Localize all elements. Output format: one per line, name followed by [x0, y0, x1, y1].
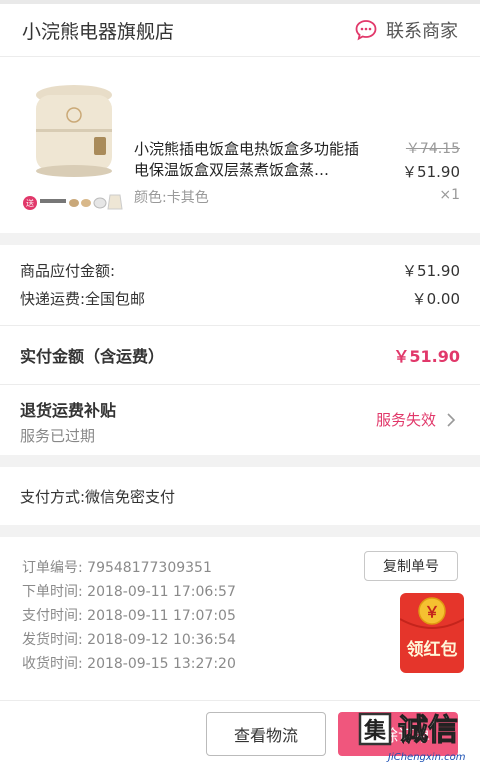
order-received-time: 收货时间: 2018-09-15 13:27:20 — [22, 656, 236, 672]
goods-amount-row: 商品应付金额: ￥51.90 — [0, 257, 480, 283]
order-number[interactable]: 订单编号: 79548177309351 — [22, 557, 212, 577]
return-shipping-subsidy[interactable]: 退货运费补贴 服务已过期 服务失效 — [0, 384, 480, 455]
goods-amount-label: 商品应付金额: — [20, 261, 116, 280]
red-packet-label: 领红包 — [407, 639, 458, 660]
gift-badge: 送 — [26, 198, 34, 208]
chat-icon — [355, 20, 377, 41]
payment-method-row: 支付方式:微信免密支付 — [0, 467, 480, 525]
subsidy-status-label: 服务失效 — [375, 411, 436, 429]
section-divider — [0, 455, 480, 467]
product-item[interactable]: 送 小浣熊插电饭盒电热饭盒多功能插电保温饭盒双层蒸煮饭盒蒸… 颜色:卡其色 ￥7… — [0, 57, 480, 233]
shipping-row: 快递运费:全国包邮 ￥0.00 — [0, 283, 480, 313]
store-name[interactable]: 小浣熊电器旗舰店 — [22, 17, 174, 44]
subsidy-subtitle: 服务已过期 — [20, 427, 96, 445]
subsidy-title: 退货运费补贴 — [20, 401, 117, 420]
watermark-box-char: 集 — [363, 718, 387, 744]
subsidy-status[interactable]: 服务失效 — [376, 409, 460, 430]
product-variant: 颜色:卡其色 — [134, 190, 209, 206]
product-title[interactable]: 小浣熊插电饭盒电热饭盒多功能插电保温饭盒双层蒸煮饭盒蒸… — [134, 139, 364, 181]
site-watermark: 集 诚信 JiChengxin.com — [358, 713, 466, 763]
watermark-url: JiChengxin.com — [386, 752, 466, 763]
view-logistics-button[interactable]: 查看物流 — [206, 712, 326, 756]
order-shipped-time: 发货时间: 2018-09-12 10:36:54 — [22, 632, 236, 648]
copy-order-number-button[interactable]: 复制单号 — [364, 551, 458, 581]
contact-seller-button[interactable]: 联系商家 — [354, 17, 458, 43]
contact-seller-label: 联系商家 — [386, 21, 458, 42]
order-paid-time: 支付时间: 2018-09-11 17:07:05 — [22, 608, 236, 624]
actual-payment-row: 实付金额（含运费） ￥51.90 — [0, 325, 480, 384]
section-divider — [0, 233, 480, 245]
red-packet-widget[interactable]: ￥ 领红包 — [400, 593, 464, 673]
red-packet-coin-icon: ￥ — [424, 603, 439, 621]
product-quantity: ×1 — [439, 187, 460, 203]
price-summary: 商品应付金额: ￥51.90 快递运费:全国包邮 ￥0.00 实付金额（含运费）… — [0, 245, 480, 455]
shipping-label: 快递运费:全国包邮 — [20, 289, 146, 308]
store-header: 小浣熊电器旗舰店 联系商家 — [0, 4, 480, 57]
goods-amount-value: ￥51.90 — [402, 261, 460, 280]
product-price: ￥51.90 — [402, 163, 460, 181]
section-divider — [0, 525, 480, 537]
actual-payment-label: 实付金额（含运费） — [20, 347, 165, 366]
watermark-text: 诚信 — [398, 713, 458, 748]
product-thumbnail[interactable]: 送 — [22, 75, 134, 225]
payment-method: 支付方式:微信免密支付 — [20, 487, 176, 506]
order-card: 小浣熊电器旗舰店 联系商家 送 小浣熊插电饭盒电热饭盒多功能插电保温饭盒双层蒸煮… — [0, 4, 480, 233]
product-original-price: ￥74.15 — [405, 141, 460, 157]
shipping-value: ￥0.00 — [411, 289, 460, 308]
order-created-time: 下单时间: 2018-09-11 17:06:57 — [22, 584, 236, 600]
actual-payment-value: ￥51.90 — [393, 347, 460, 366]
chevron-right-icon — [447, 412, 456, 427]
